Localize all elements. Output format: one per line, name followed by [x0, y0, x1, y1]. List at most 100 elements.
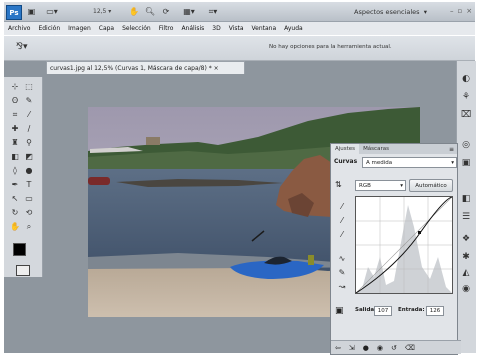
menu-archivo[interactable]: Archivo	[4, 25, 34, 32]
panel-tabs: Ajustes Máscaras ≡	[331, 144, 457, 154]
tab-ajustes[interactable]: Ajustes	[331, 144, 360, 154]
chevron-down-icon: ▾	[400, 182, 403, 189]
delete-icon[interactable]: ⌫	[405, 344, 415, 352]
zoom-icon[interactable]: 🔍︎	[144, 6, 156, 17]
crop-tool-icon[interactable]: ⌗	[9, 109, 21, 120]
menu-3d[interactable]: 3D	[208, 25, 224, 32]
adjustments-panel-icon[interactable]: ◎	[459, 139, 473, 151]
black-point-eyedropper-icon[interactable]: ⁄	[335, 200, 349, 212]
3d-orbit-icon[interactable]: ⟲	[23, 207, 35, 218]
layout-icon[interactable]: ▭▾	[42, 6, 62, 17]
quick-mask-icon[interactable]	[16, 265, 30, 276]
expand-icon[interactable]: ⇲	[349, 344, 355, 352]
channels-panel-icon[interactable]: ☰	[459, 211, 473, 223]
chevron-down-icon: ▾	[451, 159, 454, 166]
hand-icon[interactable]: ✋	[128, 6, 140, 17]
menu-seleccion[interactable]: Selección	[118, 25, 155, 32]
blur-tool-icon[interactable]: ◊	[9, 165, 21, 176]
gradient-tool-icon[interactable]: ◩	[23, 151, 35, 162]
options-message: No hay opciones para la herramienta actu…	[269, 44, 392, 50]
menu-imagen[interactable]: Imagen	[64, 25, 95, 32]
workspace-selector[interactable]: Aspectos esenciales ▾	[354, 5, 446, 18]
panel-footer: ⇦ ⇲ ● ◉ ↺ ⌫	[331, 340, 461, 354]
visibility-icon[interactable]: ●	[363, 344, 369, 352]
styles-panel-icon[interactable]: ⌧	[459, 109, 473, 121]
return-icon[interactable]: ⇦	[335, 344, 341, 352]
pencil-tool-icon[interactable]: ✎	[335, 266, 349, 278]
reset-icon[interactable]: ↺	[391, 344, 397, 352]
hand-tool-icon[interactable]: ✋	[9, 221, 21, 232]
arrange-icon[interactable]: ▦▾	[180, 6, 198, 17]
zoom-value: 12,5	[93, 7, 107, 15]
target-adjust-icon[interactable]: ⇅	[335, 180, 342, 189]
history-panel-icon[interactable]: ✱	[459, 251, 473, 263]
paths-panel-icon[interactable]: ❖	[459, 233, 473, 245]
curve-control-point[interactable]	[418, 231, 421, 234]
move-tool-icon[interactable]: ⊹	[9, 81, 21, 92]
path-select-icon[interactable]: ↖	[9, 193, 21, 204]
stamp-tool-icon[interactable]: ♜	[9, 137, 21, 148]
shape-tool-icon[interactable]: ▭	[23, 193, 35, 204]
marquee-tool-icon[interactable]: ⬚	[23, 81, 35, 92]
menu-edicion[interactable]: Edición	[34, 25, 64, 32]
menu-capa[interactable]: Capa	[95, 25, 118, 32]
adjustments-panel: Ajustes Máscaras ≡ Curvas A medida ▾ ⇅ RG…	[330, 143, 461, 355]
minimize-icon[interactable]: –	[450, 7, 454, 15]
photoshop-logo[interactable]: Ps	[6, 5, 22, 20]
tab-mascaras[interactable]: Máscaras	[359, 146, 393, 152]
gray-point-eyedropper-icon[interactable]: ⁄	[335, 214, 349, 226]
zoom-level-field[interactable]: 12,5 ▾	[90, 6, 114, 16]
dodge-tool-icon[interactable]: ●	[23, 165, 35, 176]
brush-tool-icon[interactable]: ∕	[23, 123, 35, 134]
document-tab[interactable]: curvas1.jpg al 12,5% (Curvas 1, Máscara …	[46, 61, 245, 74]
restore-icon[interactable]: ▫	[458, 7, 463, 15]
menu-filtro[interactable]: Filtro	[155, 25, 178, 32]
eyedropper-tool-icon[interactable]: ⁄	[23, 109, 35, 120]
output-field[interactable]: 107	[374, 306, 392, 316]
toolbox: ⊹ ⬚ ʘ ✎ ⌗ ⁄ ✚ ∕ ♜ ⚲ ◧ ◩ ◊ ● ✒ T ↖ ▭ ↻ ⟲ …	[4, 77, 43, 277]
channel-select[interactable]: RGB ▾	[355, 180, 406, 191]
close-icon[interactable]: ×	[466, 7, 472, 15]
eraser-tool-icon[interactable]: ◧	[9, 151, 21, 162]
rotate-icon[interactable]: ⟳	[160, 6, 172, 17]
bridge-icon[interactable]: ▣	[25, 6, 38, 17]
screen-mode-icon[interactable]: ⌗▾	[204, 6, 222, 17]
swatches-panel-icon[interactable]: ⚘	[459, 91, 473, 103]
white-point-eyedropper-icon[interactable]: ⁄	[335, 228, 349, 240]
panel-menu-icon[interactable]: ≡	[449, 146, 457, 153]
tool-preset-icon[interactable]: ⅋▾	[16, 42, 28, 52]
menu-vista[interactable]: Vista	[225, 25, 248, 32]
lasso-tool-icon[interactable]: ʘ	[9, 95, 21, 106]
clip-layer-icon[interactable]: ▣	[335, 306, 344, 316]
document-tab-title: curvas1.jpg al 12,5% (Curvas 1, Máscara …	[50, 64, 212, 72]
panel-dock-strip: ◐ ⚘ ⌧ ◎ ▣ ◧ ☰ ❖ ✱ ◭ ◉	[456, 61, 476, 353]
view-previous-icon[interactable]: ◉	[377, 344, 383, 352]
type-tool-icon[interactable]: T	[23, 179, 35, 190]
curve-graph-svg	[355, 196, 453, 294]
menu-ayuda[interactable]: Ayuda	[280, 25, 307, 32]
pen-tool-icon[interactable]: ✒	[9, 179, 21, 190]
preset-value: A medida	[366, 159, 393, 166]
curve-graph[interactable]	[355, 196, 453, 294]
auto-button[interactable]: Automático	[409, 179, 453, 192]
curve-point-tool-icon[interactable]: ∿	[335, 252, 349, 264]
masks-panel-icon[interactable]: ▣	[459, 157, 473, 169]
quick-select-tool-icon[interactable]: ✎	[23, 95, 35, 106]
3d-rotate-icon[interactable]: ↻	[9, 207, 21, 218]
actions-panel-icon[interactable]: ◭	[459, 267, 473, 279]
preset-select[interactable]: A medida ▾	[362, 157, 457, 168]
smooth-icon[interactable]: ↝	[335, 280, 349, 292]
history-brush-icon[interactable]: ⚲	[23, 137, 35, 148]
curves-label: Curvas	[334, 158, 358, 165]
foreground-color-swatch[interactable]	[13, 243, 26, 256]
zoom-tool-icon[interactable]: ⌕	[23, 221, 35, 232]
app-title-bar: Ps ▣ ▭▾ 12,5 ▾ ✋ 🔍︎ ⟳ ▦▾ ⌗▾ Aspectos ese…	[4, 2, 475, 22]
close-tab-icon[interactable]: ×	[214, 65, 219, 72]
layers-panel-icon[interactable]: ◧	[459, 193, 473, 205]
menu-ventana[interactable]: Ventana	[248, 25, 281, 32]
input-field[interactable]: 126	[426, 306, 444, 316]
info-panel-icon[interactable]: ◉	[459, 283, 473, 295]
menu-analisis[interactable]: Análisis	[177, 25, 208, 32]
color-panel-icon[interactable]: ◐	[459, 73, 473, 85]
healing-tool-icon[interactable]: ✚	[9, 123, 21, 134]
